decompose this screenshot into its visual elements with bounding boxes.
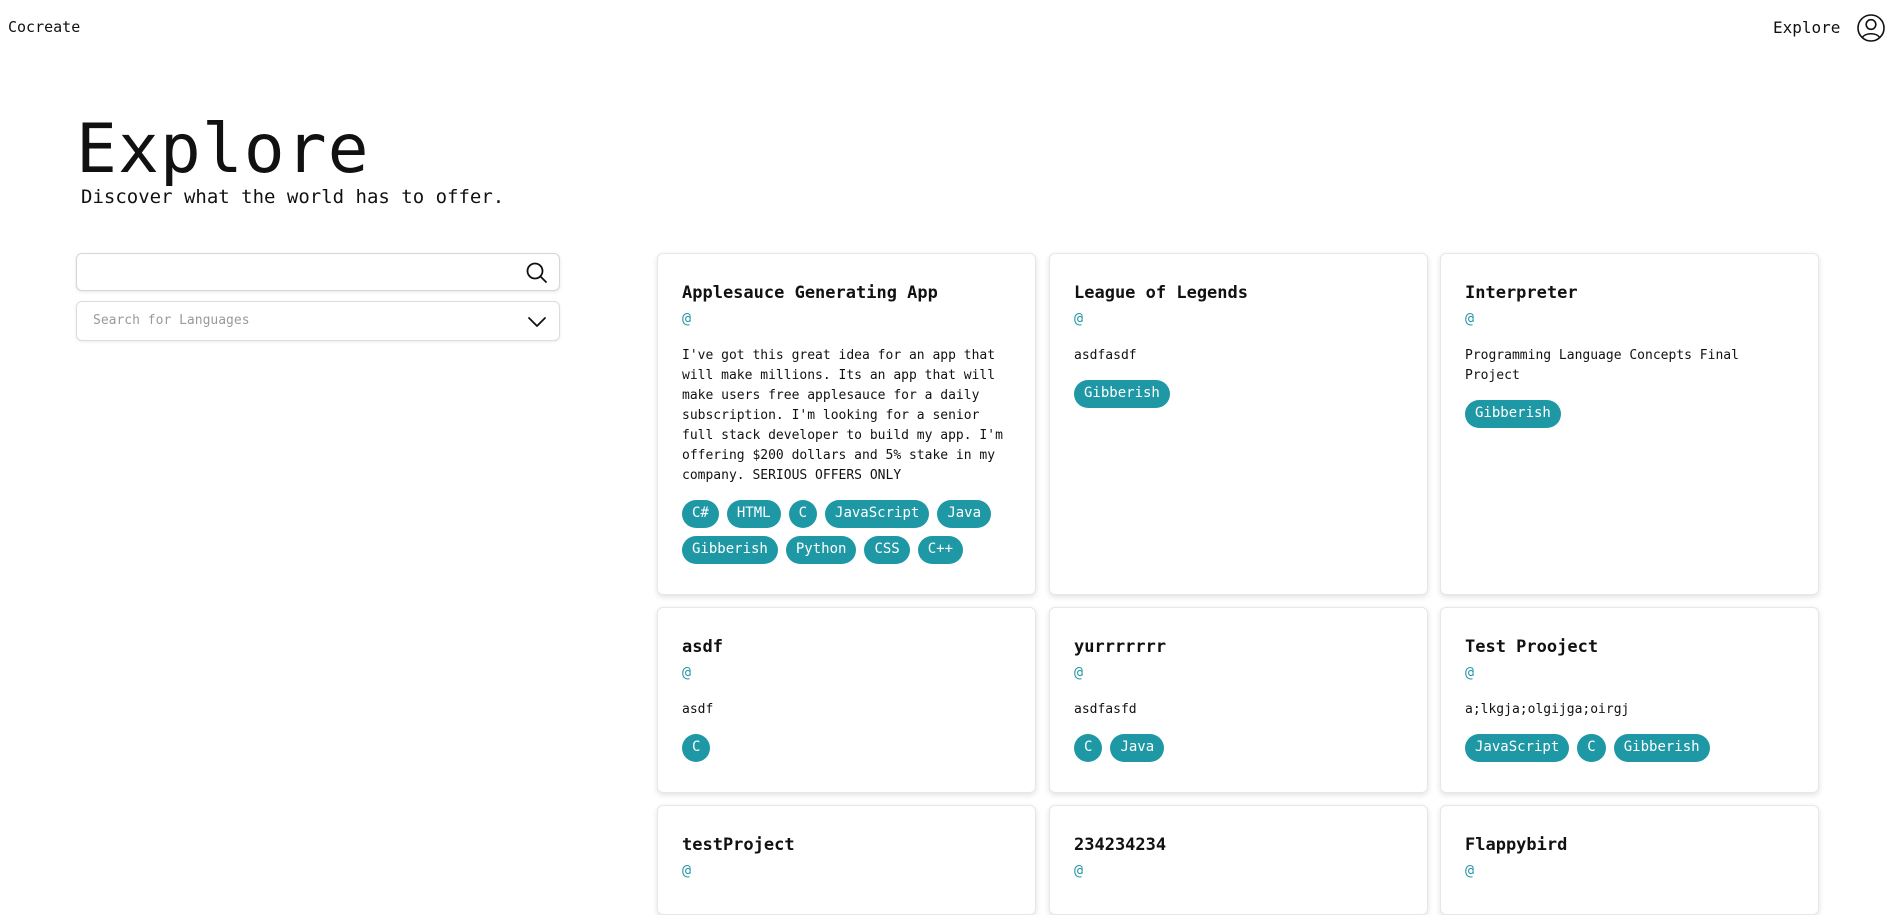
language-tag[interactable]: Gibberish <box>1074 380 1170 408</box>
project-title: Interpreter <box>1465 283 1578 303</box>
project-description: I've got this great idea for an app that… <box>682 348 1011 483</box>
nav-explore-link[interactable]: Explore <box>1773 18 1840 37</box>
project-title: League of Legends <box>1074 283 1248 303</box>
language-tag[interactable]: C <box>1577 734 1606 762</box>
project-card[interactable]: asdf @ asdf C <box>657 607 1036 793</box>
search-input[interactable] <box>77 254 517 290</box>
language-tag[interactable]: Gibberish <box>682 536 778 564</box>
project-title: yurrrrrrr <box>1074 637 1167 657</box>
language-select[interactable]: Search for Languages <box>76 301 560 341</box>
language-tag[interactable]: HTML <box>726 500 781 528</box>
language-tags: Gibberish <box>1465 400 1794 428</box>
language-tag[interactable]: C++ <box>917 536 964 564</box>
project-card[interactable]: Test Prooject @ a;lkgja;olgijga;oirgj Ja… <box>1440 607 1819 793</box>
language-tags: C Java <box>1074 734 1403 762</box>
chevron-down-icon <box>528 317 546 327</box>
language-select-placeholder: Search for Languages <box>93 313 250 328</box>
project-card[interactable]: Interpreter @ Programming Language Conce… <box>1440 253 1819 595</box>
language-tag[interactable]: Gibberish <box>1465 400 1561 428</box>
project-owner[interactable]: @ <box>1074 860 1403 880</box>
language-tag[interactable]: JavaScript <box>1465 734 1570 762</box>
search-box <box>76 253 560 291</box>
project-owner[interactable]: @ <box>1074 662 1403 682</box>
project-card[interactable]: League of Legends @ asdfasdf Gibberish <box>1049 253 1428 595</box>
project-owner[interactable]: @ <box>1465 860 1794 880</box>
language-tags: Gibberish <box>1074 380 1403 408</box>
project-title: testProject <box>682 835 795 855</box>
project-card[interactable]: 234234234 @ <box>1049 805 1428 915</box>
project-card[interactable]: Applesauce Generating App @ I've got thi… <box>657 253 1036 595</box>
project-description: asdfasdf <box>1074 348 1137 363</box>
language-tags: JavaScript C Gibberish <box>1465 734 1794 762</box>
top-navigation: Cocreate Explore <box>0 0 1892 56</box>
project-owner[interactable]: @ <box>682 308 1011 328</box>
language-tag[interactable]: Java <box>937 500 992 528</box>
language-tags: C# HTML C JavaScript Java Gibberish Pyth… <box>682 500 1011 564</box>
language-tag[interactable]: JavaScript <box>825 500 930 528</box>
language-tag[interactable]: Gibberish <box>1613 734 1710 762</box>
language-tag[interactable]: C <box>682 734 711 762</box>
project-card[interactable]: Flappybird @ <box>1440 805 1819 915</box>
language-tags: C <box>682 734 1011 762</box>
project-description: asdfasfd <box>1074 702 1137 717</box>
project-title: Applesauce Generating App <box>682 283 938 303</box>
language-tag[interactable]: C <box>788 500 818 528</box>
language-tag[interactable]: C <box>1074 734 1103 762</box>
project-card[interactable]: yurrrrrrr @ asdfasfd C Java <box>1049 607 1428 793</box>
language-tag[interactable]: CSS <box>864 536 910 564</box>
project-owner[interactable]: @ <box>1465 308 1794 328</box>
project-owner[interactable]: @ <box>1074 308 1403 328</box>
project-description: asdf <box>682 702 714 717</box>
project-card[interactable]: testProject @ <box>657 805 1036 915</box>
brand-logo-text[interactable]: Cocreate <box>8 18 80 36</box>
language-tag[interactable]: C# <box>682 500 719 528</box>
project-description: Programming Language Concepts Final Proj… <box>1465 348 1747 383</box>
search-icon[interactable] <box>523 259 551 287</box>
language-tag[interactable]: Java <box>1110 734 1165 762</box>
project-title: 234234234 <box>1074 835 1167 855</box>
account-icon[interactable] <box>1856 13 1886 43</box>
project-title: asdf <box>682 637 723 657</box>
project-title: Test Prooject <box>1465 637 1599 657</box>
page-title: Explore <box>76 110 370 189</box>
project-owner[interactable]: @ <box>1465 662 1794 682</box>
project-title: Flappybird <box>1465 835 1568 855</box>
project-owner[interactable]: @ <box>682 860 1011 880</box>
language-tag[interactable]: Python <box>785 536 857 564</box>
project-description: a;lkgja;olgijga;oirgj <box>1465 702 1630 717</box>
page-subtitle: Discover what the world has to offer. <box>81 186 505 208</box>
project-owner[interactable]: @ <box>682 662 1011 682</box>
